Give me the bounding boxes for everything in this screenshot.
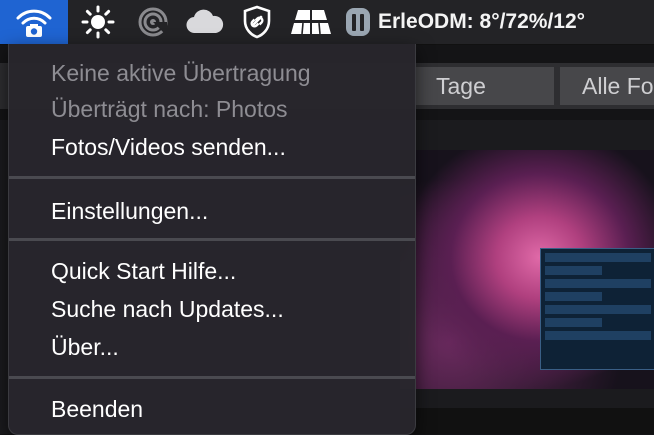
status-menu-dropdown: Keine aktive Übertragung Überträgt nach:… [8, 44, 416, 435]
about-menu-item[interactable]: Über... [51, 334, 119, 361]
cloud-status-item[interactable] [178, 0, 232, 44]
quick-start-help-menu-item[interactable]: Quick Start Hilfe... [51, 258, 236, 285]
quit-menu-item[interactable]: Beenden [51, 396, 143, 423]
transfer-target-text: Überträgt nach: Photos [51, 96, 288, 122]
transfer-status-text: Keine aktive Übertragung [51, 60, 311, 86]
menu-separator [9, 238, 415, 241]
wifi-camera-icon [14, 5, 54, 39]
speed-status-item[interactable] [128, 0, 178, 44]
settings-menu-item[interactable]: Einstellungen... [51, 198, 208, 225]
battery-icon [345, 7, 371, 37]
tab-all-photos[interactable]: Alle Fo [560, 67, 654, 105]
cloud-icon [185, 9, 225, 35]
menu-bar: ErleODM: 8°/72%/12° [0, 0, 654, 45]
shield-link-icon [242, 5, 272, 39]
solar-status-item[interactable] [282, 0, 340, 44]
menu-separator [9, 176, 415, 179]
brightness-status-item[interactable] [68, 0, 128, 44]
tab-days[interactable]: Tage [414, 67, 554, 105]
weather-status-text[interactable]: ErleODM: 8°/72%/12° [376, 0, 585, 44]
send-photos-videos-menu-item[interactable]: Fotos/Videos senden... [51, 134, 286, 161]
screenshot-preview [540, 248, 654, 370]
battery-status-item[interactable] [340, 0, 376, 44]
thumbnail-strip [400, 408, 654, 434]
vpn-status-item[interactable] [232, 0, 282, 44]
sun-icon [81, 5, 115, 39]
solar-panel-icon [290, 8, 332, 36]
wifi-camera-status-item[interactable] [0, 0, 68, 44]
check-updates-menu-item[interactable]: Suche nach Updates... [51, 296, 284, 323]
speed-gauge-icon [137, 6, 169, 38]
menu-separator [9, 376, 415, 379]
